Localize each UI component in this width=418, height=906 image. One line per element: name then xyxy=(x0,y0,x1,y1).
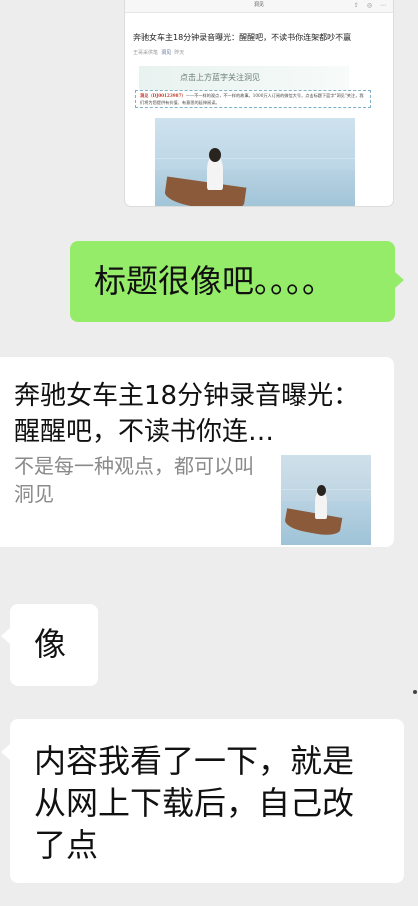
image-banner-text: 点击上方蓝字关注洞见 xyxy=(180,73,260,82)
image-top-icons: ⇪ ◎ ⋯ xyxy=(353,2,389,9)
image-meta-suffix: 昨天 xyxy=(174,50,185,56)
link-card-description: 不是每一种观点，都可以叫洞见 xyxy=(14,454,254,506)
image-top-title: 洞见 xyxy=(253,2,264,8)
received-message-bubble-short[interactable]: 像 xyxy=(10,604,98,686)
received-bubble-tail xyxy=(1,628,10,644)
link-card-bubble[interactable]: 奔驰女车主18分钟录音曝光：醒醒吧，不读书你连… 不是每一种观点，都可以叫洞见 xyxy=(0,357,394,547)
sent-message-text: 标题很像吧。。。。 xyxy=(94,262,335,300)
shared-screenshot-image[interactable]: 洞见 ⇪ ◎ ⋯ 奔驰女车主18分钟录音曝光：醒醒吧，不读书你连架都吵不赢 王哥… xyxy=(125,0,393,206)
image-intro-id: （DJ00123987） xyxy=(148,93,186,98)
received-message-text-long: 内容我看了一下，就是从网上下载后，自己改了点 xyxy=(34,742,355,864)
image-meta-source: 王哥采供笔 xyxy=(133,50,159,56)
image-article-photo xyxy=(155,118,355,206)
received-message-text-short: 像 xyxy=(34,625,67,663)
scroll-indicator-dot xyxy=(413,690,417,694)
received-message-bubble-long[interactable]: 内容我看了一下，就是从网上下载后，自己改了点 xyxy=(10,719,404,883)
image-article-title: 奔驰女车主18分钟录音曝光：醒醒吧，不读书你连架都吵不赢 xyxy=(133,33,352,42)
link-card-thumbnail xyxy=(281,455,371,545)
received-bubble-tail-long xyxy=(1,744,10,760)
image-meta-account: 洞见 xyxy=(161,50,172,56)
sent-message-bubble[interactable]: 标题很像吧。。。。 xyxy=(70,241,395,322)
link-card-title: 奔驰女车主18分钟录音曝光：醒醒吧，不读书你连… xyxy=(14,381,360,447)
sent-bubble-tail xyxy=(395,272,404,288)
image-intro-box: 洞见（DJ00123987）——不一样的观点，不一样的故事。1000万人订阅的微… xyxy=(135,90,371,108)
image-article-meta: 王哥采供笔 洞见 昨天 xyxy=(133,49,184,56)
